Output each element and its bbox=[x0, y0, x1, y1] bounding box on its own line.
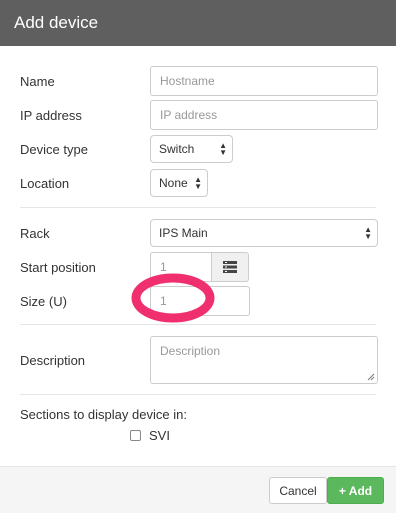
svi-checkbox-row[interactable]: SVI bbox=[130, 428, 170, 443]
description-label: Description bbox=[20, 353, 86, 368]
description-textarea[interactable] bbox=[150, 336, 378, 384]
ip-address-label: IP address bbox=[20, 108, 82, 123]
section-divider bbox=[20, 324, 376, 325]
location-value: None bbox=[159, 176, 188, 190]
rack-label: Rack bbox=[20, 226, 50, 241]
start-position-label: Start position bbox=[20, 260, 96, 275]
name-input[interactable] bbox=[150, 66, 378, 96]
svi-checkbox[interactable] bbox=[130, 430, 141, 441]
rack-value: IPS Main bbox=[159, 226, 208, 240]
device-type-label: Device type bbox=[20, 142, 88, 157]
section-divider bbox=[20, 394, 376, 395]
sections-label: Sections to display device in: bbox=[20, 407, 187, 422]
dialog-footer: Cancel + Add bbox=[0, 466, 396, 513]
select-arrows-icon: ▲ ▼ bbox=[219, 141, 227, 157]
resize-handle-icon[interactable] bbox=[367, 373, 375, 381]
dialog-title: Add device bbox=[14, 13, 99, 32]
dialog-header: Add device bbox=[0, 0, 396, 46]
device-type-value: Switch bbox=[159, 142, 195, 156]
device-type-select[interactable]: Switch ▲ ▼ bbox=[150, 135, 233, 163]
location-select[interactable]: None ▲ ▼ bbox=[150, 169, 208, 197]
svi-checkbox-label: SVI bbox=[149, 428, 170, 443]
highlight-circle-annotation bbox=[131, 273, 215, 323]
list-icon bbox=[223, 261, 237, 273]
name-label: Name bbox=[20, 74, 55, 89]
select-arrows-icon: ▲ ▼ bbox=[194, 175, 202, 191]
ip-address-input[interactable] bbox=[150, 100, 378, 130]
add-button[interactable]: + Add bbox=[327, 477, 384, 504]
section-divider bbox=[20, 207, 376, 208]
location-label: Location bbox=[20, 176, 70, 191]
size-label: Size (U) bbox=[20, 294, 67, 309]
cancel-button[interactable]: Cancel bbox=[269, 477, 327, 504]
rack-select[interactable]: IPS Main ▲ ▼ bbox=[150, 219, 378, 247]
select-arrows-icon: ▲ ▼ bbox=[364, 225, 372, 241]
